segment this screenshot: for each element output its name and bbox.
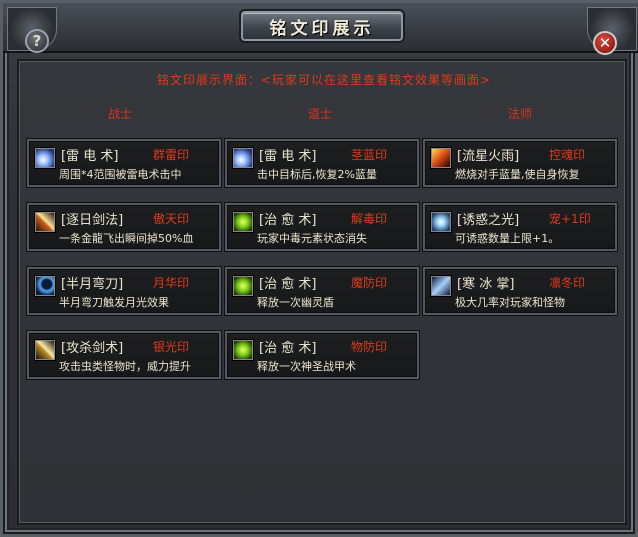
skill-name: [雷 电 术] bbox=[259, 149, 317, 164]
rune-description: 半月弯刀触发月光效果 bbox=[59, 296, 169, 309]
inscription-card[interactable]: [逐日剑法] 傲天印 一条金龍飞出瞬间掉50%血 bbox=[27, 203, 221, 251]
rune-name: 银光印 bbox=[153, 340, 190, 354]
ice-palm-icon bbox=[431, 276, 451, 296]
inscription-card[interactable]: [攻杀剑术] 银光印 攻击虫类怪物时，威力提升 bbox=[27, 331, 221, 379]
lightning-icon bbox=[233, 148, 253, 168]
sword-slash-icon bbox=[35, 212, 55, 232]
meteor-icon bbox=[431, 148, 451, 168]
heal-icon bbox=[233, 340, 253, 360]
title-plate: 铭文印展示 bbox=[241, 11, 403, 41]
heal-icon bbox=[233, 276, 253, 296]
crescent-blade-icon bbox=[35, 276, 55, 296]
rune-description: 极大几率对玩家和怪物 bbox=[455, 296, 565, 309]
inscription-card[interactable]: [流星火雨] 控魂印 燃烧对手蓝量,使自身恢复 bbox=[423, 139, 617, 187]
rune-name: 月华印 bbox=[153, 276, 190, 290]
rune-description: 玩家中毒元素状态消失 bbox=[257, 232, 367, 245]
inscription-card[interactable]: [治 愈 术] 物防印 释放一次神圣战甲术 bbox=[225, 331, 419, 379]
close-button[interactable]: ✕ bbox=[593, 31, 617, 55]
inscription-card[interactable]: [雷 电 术] 群雷印 周围*4范围被雷电术击中 bbox=[27, 139, 221, 187]
rune-name: 群雷印 bbox=[153, 148, 190, 162]
window-title: 铭文印展示 bbox=[269, 18, 375, 39]
intro-text: 铭文印展示界面：<玩家可以在这里查看铭文效果等画面> bbox=[156, 73, 492, 87]
rune-name: 物防印 bbox=[351, 340, 388, 354]
skill-name: [逐日剑法] bbox=[61, 213, 124, 228]
rune-description: 燃烧对手蓝量,使自身恢复 bbox=[455, 168, 580, 181]
title-bar: 铭文印展示 bbox=[3, 3, 638, 53]
rune-description: 攻击虫类怪物时，威力提升 bbox=[59, 360, 191, 373]
rune-name: 凛冬印 bbox=[549, 276, 586, 290]
inscription-window: 铭文印展示 ? ✕ 铭文印展示界面：<玩家可以在这里查看铭文效果等画面> 战士 … bbox=[0, 0, 638, 537]
column-header-warrior: 战士 bbox=[107, 107, 132, 121]
skill-name: [流星火雨] bbox=[457, 149, 520, 164]
content-panel: 铭文印展示界面：<玩家可以在这里查看铭文效果等画面> 战士 道士 法师 [雷 电… bbox=[17, 59, 627, 525]
rune-name: 傲天印 bbox=[153, 212, 190, 226]
rune-name: 茎蓝印 bbox=[351, 148, 388, 162]
rune-name: 控魂印 bbox=[549, 148, 586, 162]
rune-name: 宠+1印 bbox=[549, 212, 591, 226]
skill-name: [治 愈 术] bbox=[259, 277, 317, 292]
heal-icon bbox=[233, 212, 253, 232]
skill-name: [半月弯刀] bbox=[61, 277, 124, 292]
column-header-mage: 法师 bbox=[507, 107, 532, 121]
help-button[interactable]: ? bbox=[25, 29, 49, 53]
sword-icon bbox=[35, 340, 55, 360]
skill-name: [攻杀剑术] bbox=[61, 341, 124, 356]
inscription-card[interactable]: [雷 电 术] 茎蓝印 击中目标后,恢复2%蓝量 bbox=[225, 139, 419, 187]
column-header-taoist: 道士 bbox=[307, 107, 332, 121]
lightning-icon bbox=[35, 148, 55, 168]
skill-name: [雷 电 术] bbox=[61, 149, 119, 164]
inscription-card[interactable]: [治 愈 术] 魔防印 释放一次幽灵盾 bbox=[225, 267, 419, 315]
star-burst-icon bbox=[431, 212, 451, 232]
rune-description: 击中目标后,恢复2%蓝量 bbox=[257, 168, 377, 181]
rune-description: 一条金龍飞出瞬间掉50%血 bbox=[59, 232, 194, 245]
rune-description: 释放一次神圣战甲术 bbox=[257, 360, 356, 373]
skill-name: [寒 冰 掌] bbox=[457, 277, 515, 292]
rune-description: 周围*4范围被雷电术击中 bbox=[59, 168, 182, 181]
skill-name: [治 愈 术] bbox=[259, 213, 317, 228]
inscription-card[interactable]: [诱惑之光] 宠+1印 可诱惑数量上限+1。 bbox=[423, 203, 617, 251]
inscription-card[interactable]: [半月弯刀] 月华印 半月弯刀触发月光效果 bbox=[27, 267, 221, 315]
rune-name: 魔防印 bbox=[351, 276, 388, 290]
inscription-card[interactable]: [寒 冰 掌] 凛冬印 极大几率对玩家和怪物 bbox=[423, 267, 617, 315]
inscription-card[interactable]: [治 愈 术] 解毒印 玩家中毒元素状态消失 bbox=[225, 203, 419, 251]
rune-description: 可诱惑数量上限+1。 bbox=[455, 232, 560, 245]
skill-name: [诱惑之光] bbox=[457, 213, 520, 228]
rune-name: 解毒印 bbox=[351, 212, 388, 226]
rune-description: 释放一次幽灵盾 bbox=[257, 296, 334, 309]
skill-name: [治 愈 术] bbox=[259, 341, 317, 356]
